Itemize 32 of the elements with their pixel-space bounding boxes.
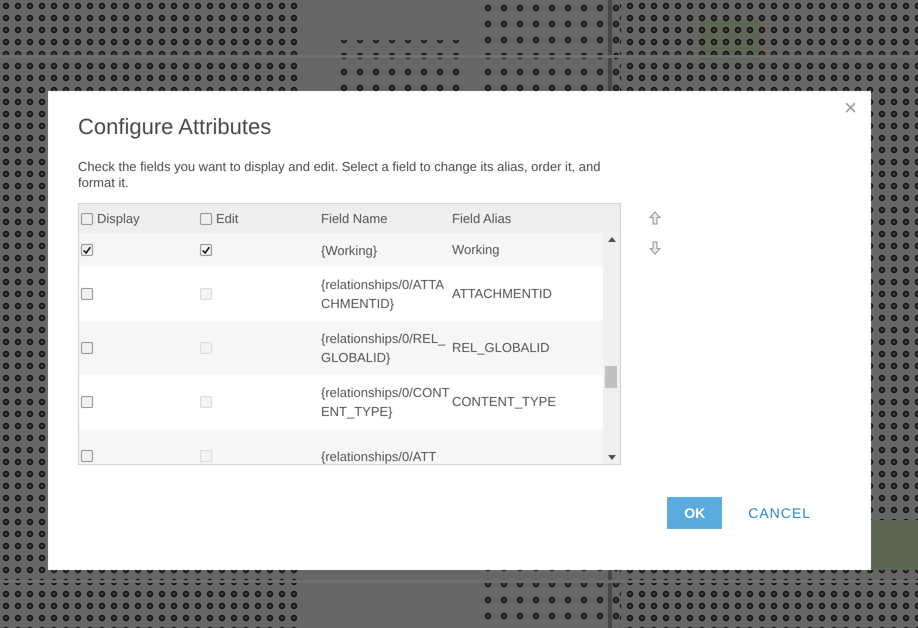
column-header: Edit [216, 210, 238, 228]
column-header: Display [97, 210, 140, 228]
table-cell-text: {relationships/0/ATTACHMENTID} [321, 276, 446, 313]
table-cell-text: {relationships/0/CONTENT_TYPE} [321, 384, 451, 421]
move-up-icon[interactable] [649, 211, 661, 225]
column-header: Field Name [321, 210, 388, 228]
checkbox[interactable] [81, 342, 93, 354]
table-cell-text: ATTACHMENTID [452, 285, 552, 304]
table-cell-text: {relationships/0/REL_GLOBALID} [321, 330, 446, 367]
scrollbar[interactable] [603, 233, 620, 464]
table-cell-text: REL_GLOBALID [452, 339, 550, 358]
scroll-up-icon[interactable] [608, 237, 616, 242]
checkbox[interactable] [200, 212, 212, 224]
table-cell-text: Working [452, 241, 500, 260]
table-cell-text: CONTENT_TYPE [452, 393, 556, 412]
table-cell-text: {Working} [321, 242, 378, 260]
dialog-description: Check the fields you want to display and edit. Select a field to change its alias, order it, and format it. [78, 159, 602, 191]
checkbox[interactable] [200, 244, 212, 256]
column-header: Field Alias [452, 210, 512, 228]
checkbox[interactable] [81, 244, 93, 256]
table-row[interactable]: {relationships/0/ATT [79, 429, 603, 464]
checkbox[interactable] [81, 212, 93, 224]
cancel-button[interactable]: CANCEL [738, 497, 821, 529]
table-row[interactable]: {Working} Working [79, 233, 603, 267]
checkbox[interactable] [81, 288, 93, 300]
scrollbar-thumb[interactable] [605, 366, 617, 388]
scroll-down-icon[interactable] [608, 455, 616, 460]
checkbox[interactable] [81, 396, 93, 408]
table-cell-text: {relationships/0/ATT [321, 448, 438, 464]
move-down-icon[interactable] [649, 241, 661, 255]
checkbox[interactable] [81, 450, 93, 462]
dialog-title: Configure Attributes [78, 113, 272, 141]
